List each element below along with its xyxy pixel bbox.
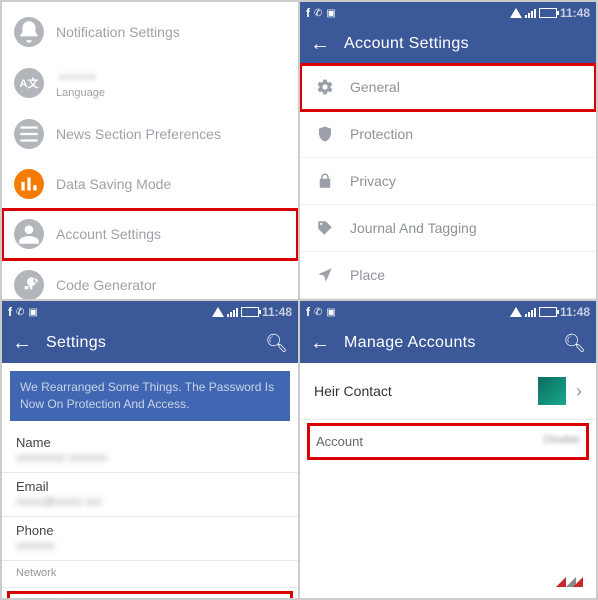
as-label: Journal And Tagging — [350, 220, 477, 236]
setting-row-name[interactable]: Name xxxxxxxxx xxxxxxx — [2, 429, 298, 466]
signal-icon — [525, 307, 536, 317]
wifi-icon — [510, 307, 522, 317]
status-bar: f ✆ ▣ 11:48 — [300, 2, 596, 24]
wifi-icon — [510, 8, 522, 18]
location-icon — [316, 266, 334, 284]
menu-label: Data Saving Mode — [56, 176, 171, 192]
photo-icon: ▣ — [326, 8, 335, 19]
account-row[interactable]: Account Disable — [310, 426, 586, 457]
account-action-blur: Disable — [543, 434, 580, 449]
setting-label: Name — [16, 435, 284, 450]
menu-item-language[interactable]: A文 xxxxxxx Language — [2, 57, 298, 109]
panel-manage-accounts: f ✆ ▣ 11:48 ← Manage Accounts 🔍︎ Heir Co… — [299, 300, 597, 599]
setting-value-blur: xxxxx@xxxxx xxx — [16, 496, 284, 508]
as-label: Privacy — [350, 173, 396, 189]
manage-accounts-label: Manage Accounts — [16, 598, 284, 599]
chevron-right-icon: › — [576, 381, 582, 402]
menu-label: Notification Settings — [56, 24, 180, 40]
battery-icon — [241, 307, 259, 317]
facebook-icon: f — [306, 305, 310, 319]
nav-bar: ← Account Settings — [300, 24, 596, 64]
signal-icon — [227, 307, 238, 317]
setting-value-blur: xxxxxxxxx xxxxxxx — [16, 452, 284, 464]
back-icon[interactable]: ← — [12, 332, 32, 355]
whatsapp-icon: ✆ — [314, 8, 322, 19]
status-time: 11:48 — [560, 305, 590, 319]
search-icon[interactable]: 🔍︎ — [265, 333, 288, 354]
shield-icon — [316, 125, 334, 143]
bars-icon — [14, 169, 44, 199]
menu-label: Language — [56, 87, 105, 99]
whatsapp-icon: ✆ — [16, 307, 24, 318]
setting-row-manage-accounts[interactable]: Manage Accounts Heir Contact And Deactiv… — [10, 594, 290, 599]
photo-icon: ▣ — [326, 307, 335, 318]
list-icon — [14, 119, 44, 149]
as-label: General — [350, 79, 400, 95]
facebook-icon: f — [8, 305, 12, 319]
status-bar: f ✆ ▣ 11:48 — [300, 301, 596, 323]
setting-row-phone[interactable]: Phone xxxxxxx — [2, 517, 298, 554]
as-item-general[interactable]: General — [300, 64, 596, 111]
as-item-journal[interactable]: Journal And Tagging — [300, 205, 596, 252]
user-icon — [14, 219, 44, 249]
as-label: Protection — [350, 126, 413, 142]
status-time: 11:48 — [560, 6, 590, 20]
page-title: Account Settings — [344, 35, 586, 53]
battery-icon — [539, 307, 557, 317]
setting-value-blur: xxxxxxx — [16, 540, 284, 552]
site-logo — [556, 567, 590, 592]
search-icon[interactable]: 🔍︎ — [563, 333, 586, 354]
panel-account-settings: f ✆ ▣ 11:48 ← Account Settings General P… — [299, 1, 597, 300]
status-time: 11:48 — [262, 305, 292, 319]
menu-item-account-settings[interactable]: Account Settings — [2, 209, 298, 260]
bell-icon — [14, 17, 44, 47]
as-item-privacy[interactable]: Privacy — [300, 158, 596, 205]
tag-icon — [316, 219, 334, 237]
setting-row-email[interactable]: Email xxxxx@xxxxx xxx — [2, 473, 298, 510]
nav-bar: ← Manage Accounts 🔍︎ — [300, 323, 596, 363]
heir-contact-label: Heir Contact — [314, 383, 528, 399]
settings-menu-list: Notification Settings A文 xxxxxxx Languag… — [2, 2, 298, 300]
menu-item-notifications[interactable]: Notification Settings — [2, 7, 298, 57]
menu-label: News Section Preferences — [56, 126, 221, 142]
as-item-place[interactable]: Place — [300, 252, 596, 299]
back-icon[interactable]: ← — [310, 332, 330, 355]
setting-row-network[interactable]: Network — [2, 561, 298, 581]
signal-icon — [525, 8, 536, 18]
photo-icon: ▣ — [28, 307, 37, 318]
page-title: Settings — [46, 334, 251, 352]
menu-label: Code Generator — [56, 277, 156, 293]
panel-settings-general: f ✆ ▣ 11:48 ← Settings 🔍︎ We Rearranged … — [1, 300, 299, 599]
menu-item-data-saving[interactable]: Data Saving Mode — [2, 159, 298, 209]
as-label: Place — [350, 267, 385, 283]
panel-menu-settings: Notification Settings A文 xxxxxxx Languag… — [1, 1, 299, 300]
as-item-protection[interactable]: Protection — [300, 111, 596, 158]
key-icon — [14, 270, 44, 300]
lock-icon — [316, 172, 334, 190]
menu-label: Account Settings — [56, 226, 161, 242]
gear-icon — [316, 78, 334, 96]
setting-label: Phone — [16, 523, 284, 538]
status-bar: f ✆ ▣ 11:48 — [2, 301, 298, 323]
setting-label: Network — [16, 567, 284, 579]
menu-sub-blur: xxxxxxx — [58, 71, 97, 83]
settings-rows: Name xxxxxxxxx xxxxxxx Email xxxxx@xxxxx… — [2, 429, 298, 599]
wifi-icon — [212, 307, 224, 317]
menu-item-news-prefs[interactable]: News Section Preferences — [2, 109, 298, 159]
page-title: Manage Accounts — [344, 334, 549, 352]
info-banner: We Rearranged Some Things. The Password … — [10, 371, 290, 421]
translate-icon: A文 — [14, 68, 44, 98]
account-label: Account — [316, 434, 363, 449]
back-icon[interactable]: ← — [310, 33, 330, 56]
menu-item-code-generator[interactable]: Code Generator — [2, 260, 298, 300]
heir-contact-avatar — [538, 377, 566, 405]
nav-bar: ← Settings 🔍︎ — [2, 323, 298, 363]
facebook-icon: f — [306, 6, 310, 20]
setting-label: Email — [16, 479, 284, 494]
account-settings-list: General Protection Privacy Journal And T… — [300, 64, 596, 300]
whatsapp-icon: ✆ — [314, 307, 322, 318]
battery-icon — [539, 8, 557, 18]
heir-contact-row[interactable]: Heir Contact › — [300, 363, 596, 420]
